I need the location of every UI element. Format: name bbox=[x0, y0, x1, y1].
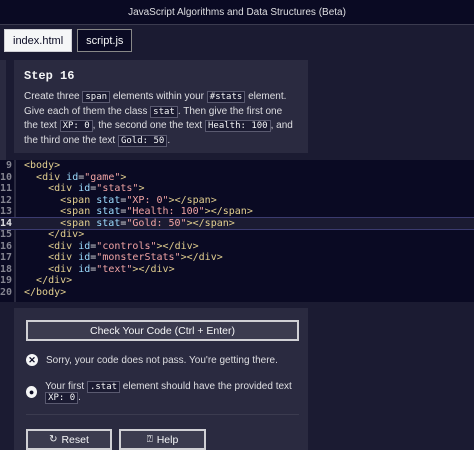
tab-index-html[interactable]: index.html bbox=[4, 29, 73, 52]
code-text[interactable]: <div id="stats"> bbox=[24, 183, 144, 195]
code-line-17[interactable]: 17 <div id="monsterStats"></div> bbox=[0, 252, 474, 264]
text-part: , the second one the text bbox=[92, 120, 205, 131]
check-code-button[interactable]: Check Your Code (Ctrl + Enter) bbox=[26, 320, 299, 341]
file-tabs: index.html script.js bbox=[4, 29, 133, 52]
code-line-13[interactable]: 13 <span stat="Health: 100"></span> bbox=[0, 206, 474, 218]
hint-row: ● Your first .stat element should have t… bbox=[26, 381, 308, 404]
panel-strip bbox=[0, 60, 6, 160]
reset-label: Reset bbox=[61, 433, 89, 446]
instructions-panel: Step 16 Create three span elements withi… bbox=[14, 60, 308, 153]
line-number: 17 bbox=[0, 252, 13, 263]
code-line-19[interactable]: 19 </div> bbox=[0, 275, 474, 287]
code-text[interactable]: <div id="controls"></div> bbox=[24, 241, 199, 253]
line-number: 10 bbox=[0, 171, 13, 183]
help-button[interactable]: ⍰ Help bbox=[119, 429, 206, 450]
code-xp: XP: 0 bbox=[59, 120, 93, 132]
help-label: Help bbox=[156, 433, 179, 446]
code-text[interactable]: <div id="text"></div> bbox=[24, 264, 175, 276]
code-text[interactable]: <div id="monsterStats"></div> bbox=[24, 252, 223, 264]
line-number: 12 bbox=[0, 194, 13, 206]
line-number: 20 bbox=[0, 286, 13, 298]
step-title: Step 16 bbox=[24, 69, 75, 83]
code-line-9[interactable]: 9 <body> bbox=[0, 160, 474, 172]
hint-code-xp: XP: 0 bbox=[45, 392, 79, 404]
hint-part: element should have the provided text bbox=[120, 381, 292, 392]
code-text[interactable]: </body> bbox=[24, 287, 66, 299]
hint-code-stat: .stat bbox=[86, 381, 121, 393]
code-stat: stat bbox=[150, 105, 178, 118]
text-part: Create three bbox=[24, 91, 83, 102]
code-line-18[interactable]: 18 <div id="text"></div> bbox=[0, 264, 474, 276]
hint-text: Your first .stat element should have the… bbox=[45, 381, 308, 404]
line-number: 15 bbox=[0, 229, 13, 240]
code-text[interactable]: </div> bbox=[24, 275, 72, 287]
code-gold: Gold: 50 bbox=[117, 134, 168, 147]
code-line-20[interactable]: 20 </body> bbox=[0, 287, 474, 299]
code-line-11[interactable]: 11 <div id="stats"> bbox=[0, 183, 474, 195]
code-text[interactable]: <span stat="Gold: 50"></span> bbox=[24, 218, 235, 230]
editor-lines[interactable]: 9 <body> 10 <div id="game"> 11 <div id="sta… bbox=[0, 160, 474, 298]
fail-message: Sorry, your code does not pass. You're g… bbox=[46, 354, 278, 366]
line-number: 18 bbox=[0, 263, 13, 275]
tab-script-js[interactable]: script.js bbox=[77, 29, 133, 52]
top-bar: JavaScript Algorithms and Data Structure… bbox=[0, 0, 474, 25]
code-line-14[interactable]: 14 <span stat="Gold: 50"></span> bbox=[0, 216, 474, 230]
code-line-16[interactable]: 16 <div id="controls"></div> bbox=[0, 241, 474, 253]
code-text[interactable]: <span stat="XP: 0"></span> bbox=[24, 195, 217, 207]
fail-message-row: ✕ Sorry, your code does not pass. You're… bbox=[26, 354, 278, 366]
code-editor[interactable]: 9 <body> 10 <div id="game"> 11 <div id="sta… bbox=[0, 160, 474, 302]
close-circle-icon: ✕ bbox=[26, 354, 38, 366]
text-part: . bbox=[167, 134, 171, 146]
line-number: 16 bbox=[0, 240, 13, 252]
code-line-15[interactable]: 15 </div> bbox=[0, 229, 474, 241]
reset-button[interactable]: ↻ Reset bbox=[26, 429, 112, 450]
line-number: 19 bbox=[0, 275, 13, 286]
code-line-10[interactable]: 10 <div id="game"> bbox=[0, 172, 474, 184]
step-description: Create three span elements within your #… bbox=[24, 90, 298, 148]
course-title: JavaScript Algorithms and Data Structure… bbox=[128, 6, 346, 18]
code-line-12[interactable]: 12 <span stat="XP: 0"></span> bbox=[0, 195, 474, 207]
code-text[interactable]: <span stat="Health: 100"></span> bbox=[24, 206, 253, 218]
code-stats: #stats bbox=[206, 91, 246, 103]
text-part: elements within your bbox=[110, 91, 207, 102]
line-number: 11 bbox=[0, 183, 13, 194]
divider bbox=[26, 414, 299, 415]
code-text[interactable]: </div> bbox=[24, 229, 84, 241]
code-text[interactable]: <body> bbox=[24, 160, 60, 172]
refresh-icon: ↻ bbox=[49, 434, 58, 445]
code-health: Health: 100 bbox=[204, 120, 271, 132]
lightbulb-icon: ● bbox=[26, 386, 38, 398]
help-icon: ⍰ bbox=[146, 434, 153, 445]
line-number: 14 bbox=[0, 217, 13, 229]
line-number: 13 bbox=[0, 206, 13, 217]
code-span: span bbox=[82, 91, 111, 103]
hint-part: Your first bbox=[45, 381, 87, 392]
code-text[interactable]: <div id="game"> bbox=[24, 172, 126, 184]
hint-part: . bbox=[78, 392, 81, 403]
results-panel: Check Your Code (Ctrl + Enter) ✕ Sorry, … bbox=[14, 308, 308, 450]
line-number: 9 bbox=[5, 160, 12, 171]
